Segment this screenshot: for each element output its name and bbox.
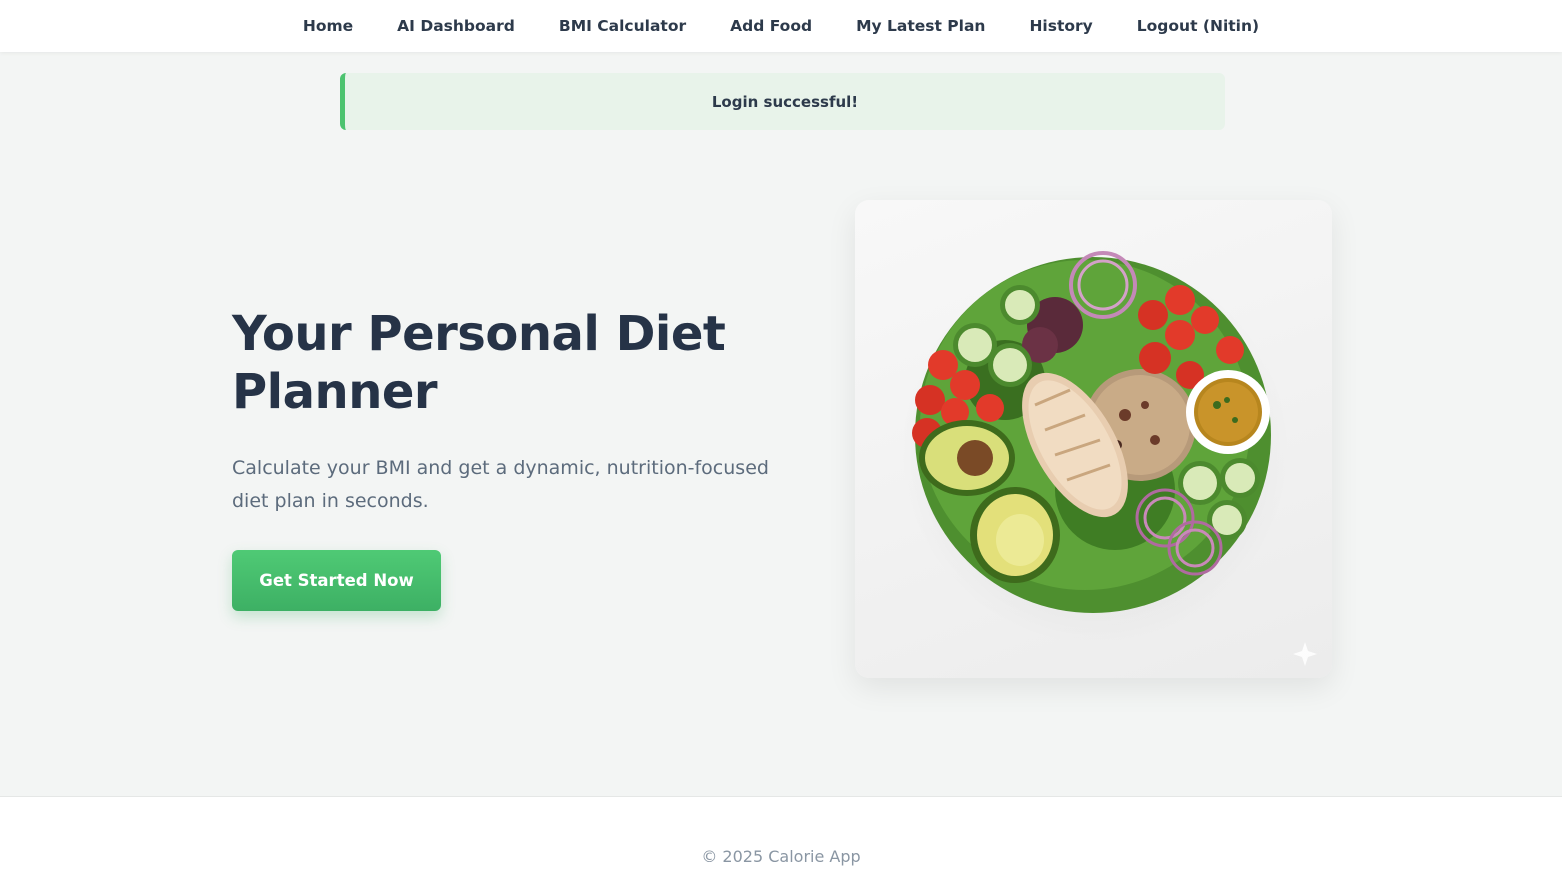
- login-success-alert: Login successful!: [340, 73, 1225, 130]
- alert-message: Login successful!: [711, 92, 859, 111]
- nav-link-home[interactable]: Home: [281, 17, 375, 35]
- get-started-button[interactable]: Get Started Now: [232, 550, 441, 611]
- nav-link-logout[interactable]: Logout (Nitin): [1115, 17, 1281, 35]
- hero-subtitle: Calculate your BMI and get a dynamic, nu…: [232, 457, 769, 512]
- nav-link-bmi-calculator[interactable]: BMI Calculator: [537, 17, 708, 35]
- top-navbar: Home AI Dashboard BMI Calculator Add Foo…: [0, 0, 1562, 52]
- nav-link-ai-dashboard[interactable]: AI Dashboard: [375, 17, 537, 35]
- page-footer: © 2025 Calorie App: [0, 796, 1562, 893]
- hero-image-card: [855, 200, 1332, 678]
- salad-bowl-illustration: [900, 251, 1317, 666]
- nav-menu: Home AI Dashboard BMI Calculator Add Foo…: [281, 17, 1281, 35]
- nav-link-history[interactable]: History: [1007, 17, 1114, 35]
- nav-link-add-food[interactable]: Add Food: [708, 17, 834, 35]
- footer-copyright: © 2025 Calorie App: [701, 846, 861, 866]
- nav-link-my-latest-plan[interactable]: My Latest Plan: [834, 17, 1007, 35]
- hero-title: Your Personal Diet Planner: [232, 306, 726, 420]
